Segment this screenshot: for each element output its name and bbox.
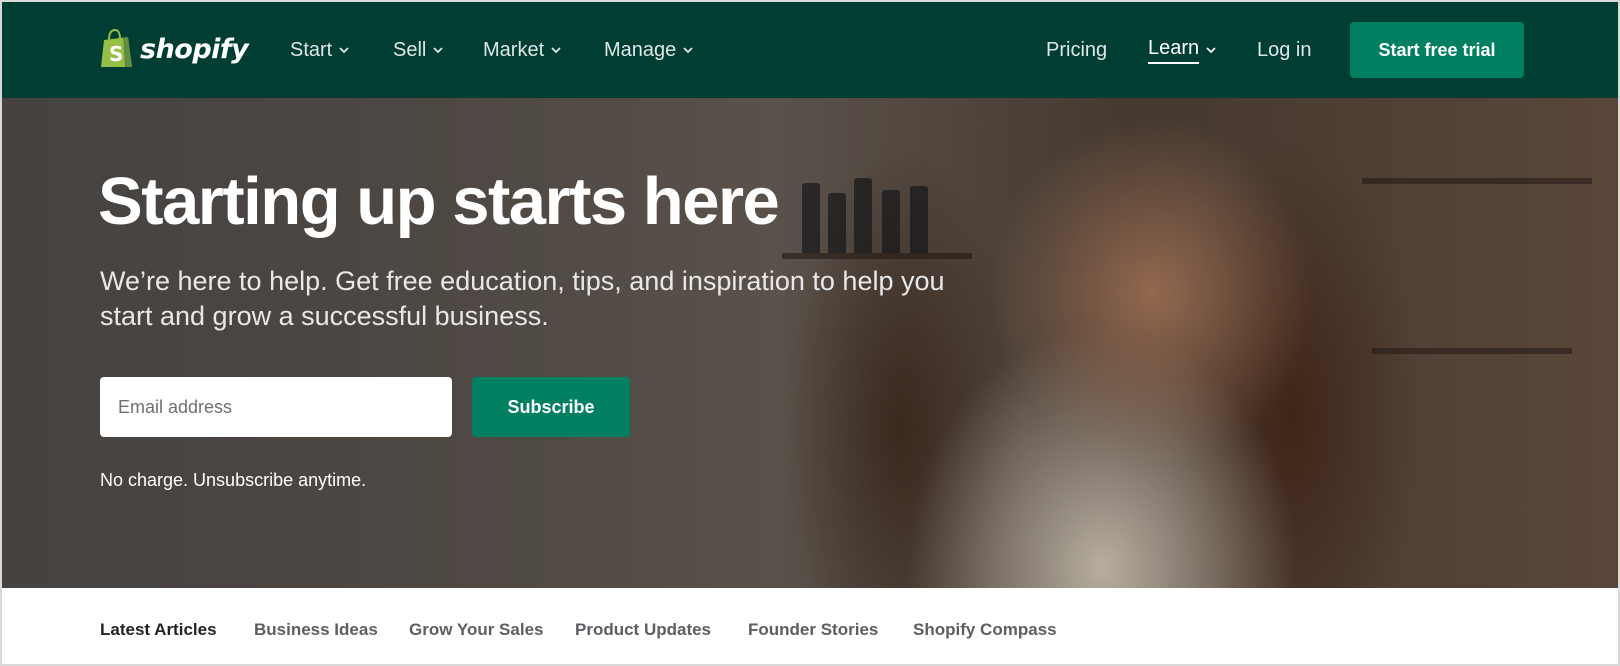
nav-label: Log in [1257,38,1312,61]
nav-label: Learn [1148,37,1200,64]
nav-label: Sell [393,38,427,61]
hero-subtitle-line: start and grow a successful business. [100,301,549,331]
nav-sell[interactable]: Sell [393,35,444,65]
hero-subtitle: We’re here to help. Get free education, … [100,264,1000,334]
tab-grow-your-sales[interactable]: Grow Your Sales [409,620,543,640]
tab-founder-stories[interactable]: Founder Stories [748,620,878,640]
browser-viewport: S shopify Start Sell Market Manage Prici… [0,0,1620,666]
hero-title: Starting up starts here [98,164,780,239]
chevron-down-icon [683,47,693,54]
email-input[interactable] [100,377,452,437]
hero-subtitle-line: We’re here to help. Get free education, … [100,266,945,296]
shopping-bag-icon: S [101,29,132,67]
svg-text:S: S [109,42,123,66]
start-free-trial-button[interactable]: Start free trial [1350,22,1524,78]
category-tabs: Latest Articles Business Ideas Grow Your… [2,588,1618,664]
tab-latest-articles[interactable]: Latest Articles [100,620,217,640]
nav-manage[interactable]: Manage [604,35,694,65]
nav-label: Market [483,38,545,61]
top-navigation: S shopify Start Sell Market Manage Prici… [2,2,1618,98]
nav-market[interactable]: Market [483,35,562,65]
subscribe-note: No charge. Unsubscribe anytime. [100,470,367,490]
chevron-down-icon [433,47,443,54]
nav-learn[interactable]: Learn [1148,35,1217,65]
hero-section: Starting up starts here We’re here to he… [2,98,1618,588]
tab-shopify-compass[interactable]: Shopify Compass [913,620,1057,640]
logo-wordmark: shopify [140,33,249,65]
nav-label: Manage [604,38,677,61]
chevron-down-icon [1206,47,1216,54]
nav-label: Pricing [1046,38,1108,61]
chevron-down-icon [551,47,561,54]
nav-pricing[interactable]: Pricing [1046,35,1107,65]
tab-product-updates[interactable]: Product Updates [575,620,711,640]
subscribe-button[interactable]: Subscribe [472,377,630,437]
nav-start[interactable]: Start [290,35,350,65]
shopify-logo[interactable]: S shopify [98,26,249,72]
nav-label: Start [290,38,333,61]
chevron-down-icon [339,47,349,54]
tab-business-ideas[interactable]: Business Ideas [254,620,378,640]
nav-login[interactable]: Log in [1257,35,1312,65]
